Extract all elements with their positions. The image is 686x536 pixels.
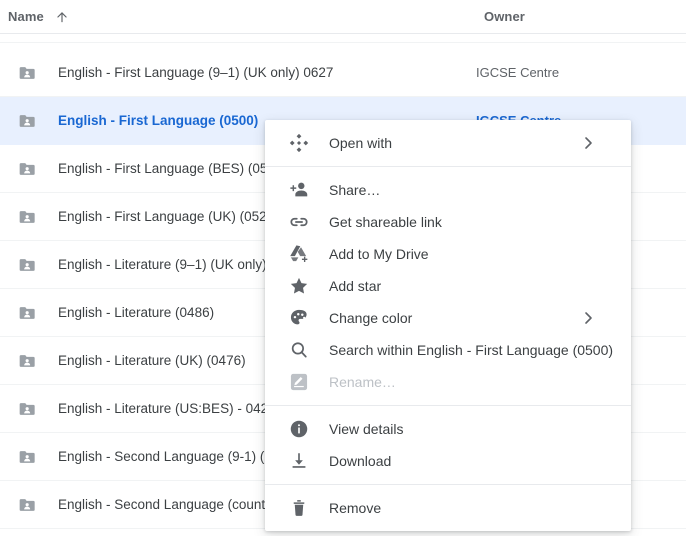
file-name-label: English - First Language (BES) (0522) xyxy=(58,161,287,176)
file-name-label: English - Second Language (9-1) (UK xyxy=(58,449,284,464)
add-person-icon xyxy=(287,178,311,202)
shared-folder-icon xyxy=(18,63,38,83)
shared-folder-icon xyxy=(18,495,38,515)
add-to-drive-icon xyxy=(287,242,311,266)
file-name-label: English - First Language (0500) xyxy=(58,113,259,128)
open-with-icon xyxy=(287,131,311,155)
menu-item-change-color[interactable]: Change color xyxy=(265,302,631,334)
menu-item-label: Change color xyxy=(329,310,413,326)
file-name-label: English - Literature (US:BES) - 0427 xyxy=(58,401,276,416)
header-divider-secondary xyxy=(0,42,686,43)
menu-group: Share… Get shareable link Add to My Drive A… xyxy=(265,167,631,405)
search-icon xyxy=(287,338,311,362)
shared-folder-icon xyxy=(18,351,38,371)
menu-item-share[interactable]: Share… xyxy=(265,174,631,206)
column-header-owner-label: Owner xyxy=(484,8,525,24)
menu-item-add-star[interactable]: Add star xyxy=(265,270,631,302)
info-icon xyxy=(287,417,311,441)
menu-item-label: Rename… xyxy=(329,374,396,390)
file-name-label: English - First Language (UK) (0522) xyxy=(58,209,279,224)
menu-item-label: Add star xyxy=(329,278,382,294)
context-menu: Open with Share… Get shareable link Add to … xyxy=(265,120,631,531)
menu-item-label: Share… xyxy=(329,182,381,198)
star-icon xyxy=(287,274,311,298)
menu-item-label: Download xyxy=(329,453,392,469)
chevron-right-icon xyxy=(584,136,593,150)
column-header-owner[interactable]: Owner xyxy=(484,8,525,26)
shared-folder-icon xyxy=(18,255,38,275)
menu-item-remove[interactable]: Remove xyxy=(265,492,631,524)
chevron-right-icon xyxy=(584,311,593,325)
file-name-label: English - Literature (0486) xyxy=(58,305,215,320)
file-name-label: English - Literature (9–1) (UK only) xyxy=(58,257,267,272)
menu-item-label: Open with xyxy=(329,135,393,151)
drive-file-list-view: Name Owner English - First Language (9–1… xyxy=(0,0,686,536)
shared-folder-icon xyxy=(18,447,38,467)
menu-item-search-within-english-first-language-0500[interactable]: Search within English - First Language (… xyxy=(265,334,631,366)
palette-icon xyxy=(287,306,311,330)
menu-item-view-details[interactable]: View details xyxy=(265,413,631,445)
menu-item-add-to-my-drive[interactable]: Add to My Drive xyxy=(265,238,631,270)
arrow-up-icon xyxy=(55,10,69,24)
list-column-header: Name Owner xyxy=(0,0,686,33)
file-name-label: English - First Language (9–1) (UK only)… xyxy=(58,65,334,80)
menu-item-label: Search within English - First Language (… xyxy=(329,342,614,358)
rename-pencil-icon xyxy=(287,370,311,394)
column-header-name[interactable]: Name xyxy=(8,9,69,24)
file-name-label: English - Literature (UK) (0476) xyxy=(58,353,246,368)
menu-group: Open with xyxy=(265,120,631,166)
header-divider xyxy=(0,33,686,34)
shared-folder-icon xyxy=(18,303,38,323)
trash-icon xyxy=(287,496,311,520)
menu-item-label: View details xyxy=(329,421,404,437)
menu-item-label: Get shareable link xyxy=(329,214,442,230)
menu-item-download[interactable]: Download xyxy=(265,445,631,477)
file-name-label: English - Second Language (count-i xyxy=(58,497,273,512)
link-icon xyxy=(287,210,311,234)
menu-item-label: Add to My Drive xyxy=(329,246,429,262)
shared-folder-icon xyxy=(18,159,38,179)
column-header-name-label: Name xyxy=(8,9,44,24)
shared-folder-icon xyxy=(18,399,38,419)
menu-group: Remove xyxy=(265,485,631,531)
shared-folder-icon xyxy=(18,207,38,227)
menu-item-open-with[interactable]: Open with xyxy=(265,127,631,159)
menu-item-rename: Rename… xyxy=(265,366,631,398)
file-owner-label: IGCSE Centre xyxy=(476,65,560,80)
menu-group: View details Download xyxy=(265,406,631,484)
menu-item-get-shareable-link[interactable]: Get shareable link xyxy=(265,206,631,238)
download-icon xyxy=(287,449,311,473)
menu-item-label: Remove xyxy=(329,500,382,516)
table-row[interactable]: English - First Language (9–1) (UK only)… xyxy=(0,49,686,97)
shared-folder-icon xyxy=(18,111,38,131)
